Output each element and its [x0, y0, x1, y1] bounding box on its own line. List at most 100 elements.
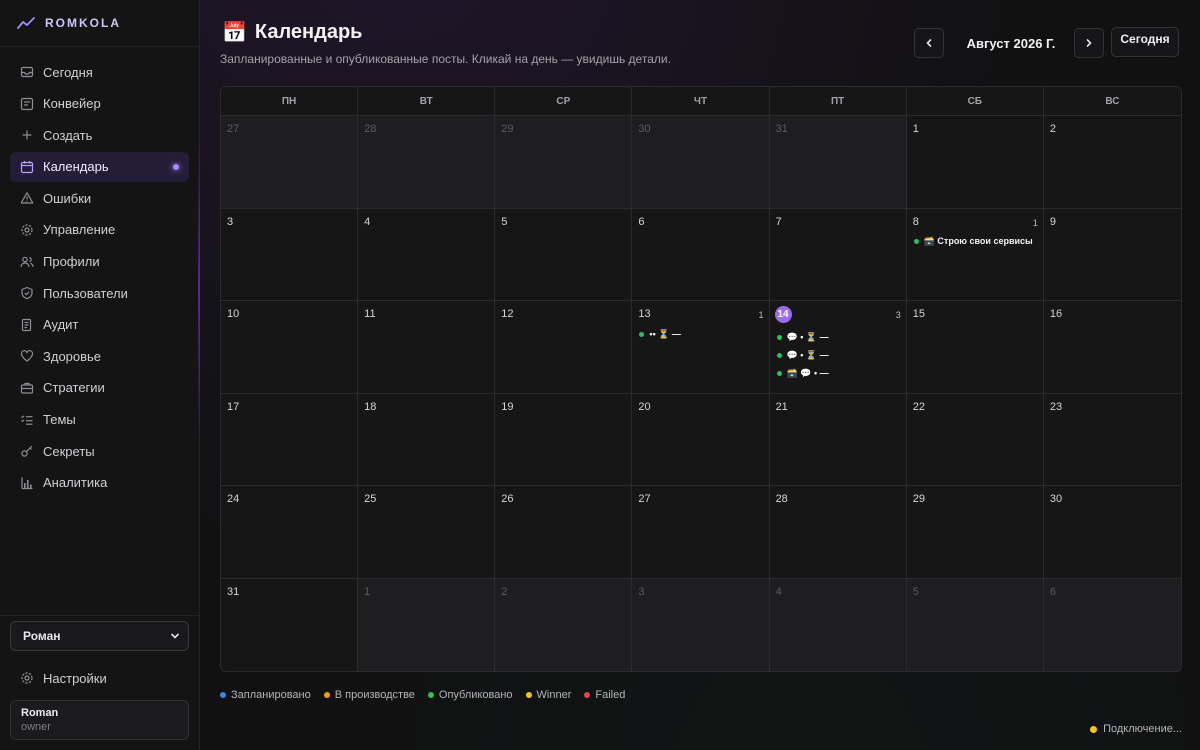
- sidebar-item-6[interactable]: Профили: [10, 247, 189, 277]
- day-cell[interactable]: 6: [632, 208, 770, 301]
- calendar-grid: ПН ВТ СР ЧТ ПТ СБ ВС 27 28 29 30 31 1 2 3 4 5 6 7 8 1 🗃️ Стр…: [220, 86, 1182, 672]
- today-button[interactable]: Сегодня: [1111, 27, 1179, 57]
- day-cell[interactable]: 5: [495, 208, 633, 301]
- day-cell[interactable]: 16: [1043, 301, 1181, 394]
- status-dot: [913, 239, 919, 244]
- settings-link[interactable]: Настройки: [10, 663, 189, 693]
- day-number: 29: [501, 123, 514, 135]
- sidebar-item-9[interactable]: Здоровье: [10, 341, 189, 371]
- today-day-number: 14: [774, 306, 792, 323]
- day-number: 30: [1049, 493, 1063, 505]
- day-cell[interactable]: 8 1 🗃️ Строю свои сервисы: [906, 208, 1044, 301]
- post-title: 🗃️ 💬 • —: [786, 367, 829, 378]
- day-cell[interactable]: 24: [221, 486, 359, 579]
- day-cell[interactable]: 30: [632, 116, 770, 209]
- day-cell[interactable]: 4: [769, 578, 907, 671]
- post-item[interactable]: 💬 • ⏳ —: [776, 328, 900, 346]
- day-cell[interactable]: 21: [769, 393, 907, 486]
- sidebar-item-0[interactable]: Сегодня: [10, 57, 189, 87]
- day-cell[interactable]: 14 3 💬 • ⏳ — 💬 • ⏳ — 🗃️ 💬 • —: [769, 301, 907, 394]
- day-cell[interactable]: 2: [1043, 116, 1181, 209]
- day-cell[interactable]: 19: [495, 393, 633, 486]
- day-cell[interactable]: 15: [906, 301, 1044, 394]
- post-list: 🗃️ Строю свои сервисы: [913, 233, 1037, 251]
- post-item[interactable]: 🗃️ Строю свои сервисы: [913, 233, 1037, 251]
- weekday-label: ПН: [221, 87, 359, 115]
- day-cell[interactable]: 3: [632, 578, 770, 671]
- sidebar-item-3[interactable]: Календарь: [10, 151, 189, 182]
- sidebar-item-2[interactable]: Создать: [10, 120, 189, 150]
- sidebar-item-8[interactable]: Аудит: [10, 310, 189, 340]
- day-number: 12: [501, 308, 514, 320]
- post-item[interactable]: •• ⏳ —: [639, 325, 762, 343]
- day-number: 5: [501, 215, 508, 228]
- day-cell[interactable]: 7: [769, 208, 907, 301]
- sidebar-item-13[interactable]: Аналитика: [10, 468, 189, 498]
- day-cell[interactable]: 11: [358, 301, 496, 394]
- day-cell[interactable]: 18: [358, 393, 496, 486]
- chevron-left-icon: [926, 39, 932, 47]
- day-cell[interactable]: 5: [906, 578, 1044, 671]
- day-cell[interactable]: 31: [221, 578, 359, 671]
- day-cell[interactable]: 29: [906, 486, 1044, 579]
- sidebar-item-10[interactable]: Стратегии: [10, 373, 189, 403]
- post-count: 1: [758, 310, 764, 320]
- day-number: 22: [912, 400, 925, 413]
- day-cell[interactable]: 9: [1043, 208, 1181, 301]
- day-cell[interactable]: 10: [221, 301, 359, 394]
- status-dot: [776, 352, 782, 358]
- day-cell[interactable]: 17: [221, 393, 359, 486]
- brand-name: ROMKOLA: [45, 16, 121, 30]
- day-cell[interactable]: 12: [495, 301, 633, 394]
- sidebar-item-label: Темы: [43, 412, 76, 428]
- day-number: 29: [912, 493, 925, 505]
- day-cell[interactable]: 27: [632, 486, 770, 579]
- day-cell[interactable]: 1: [358, 578, 496, 671]
- day-cell[interactable]: 3: [221, 208, 359, 301]
- sidebar-item-1[interactable]: Конвейер: [10, 89, 189, 119]
- profile-select[interactable]: Роман: [10, 621, 189, 651]
- day-cell[interactable]: 6: [1043, 578, 1181, 671]
- prev-month-button[interactable]: [914, 28, 944, 58]
- day-cell[interactable]: 22: [906, 393, 1044, 486]
- sidebar-item-label: Аналитика: [43, 475, 108, 491]
- legend-dot: [323, 692, 330, 698]
- current-month: Август 2026 Г.: [966, 35, 1056, 51]
- day-cell[interactable]: 28: [358, 116, 496, 209]
- day-cell[interactable]: 31: [769, 116, 907, 209]
- sidebar-item-11[interactable]: Темы: [10, 405, 189, 435]
- brand[interactable]: ROMKOLA: [0, 0, 199, 47]
- sidebar-item-5[interactable]: Управление: [10, 215, 189, 245]
- chevron-down-icon: [171, 633, 179, 639]
- shield-icon: [20, 286, 34, 300]
- day-number: 6: [1049, 585, 1056, 598]
- post-item[interactable]: 💬 • ⏳ —: [776, 346, 900, 364]
- day-cell[interactable]: 25: [358, 486, 496, 579]
- legend-label: Запланировано: [231, 689, 311, 701]
- day-number: 6: [638, 215, 645, 228]
- legend-label: Failed: [595, 689, 626, 701]
- calendar-emoji-icon: 📅: [222, 22, 247, 44]
- day-cell[interactable]: 1: [906, 116, 1044, 209]
- next-month-button[interactable]: [1074, 28, 1104, 58]
- day-cell[interactable]: 2: [495, 578, 633, 671]
- day-cell[interactable]: 28: [769, 486, 907, 579]
- day-cell[interactable]: 13 1 •• ⏳ —: [632, 301, 770, 394]
- day-cell[interactable]: 26: [495, 486, 633, 579]
- day-cell[interactable]: 27: [221, 116, 359, 209]
- status-legend: Запланировано В производстве Опубликовано W…: [220, 689, 625, 701]
- connection-label: Подключение...: [1103, 723, 1182, 735]
- day-cell[interactable]: 4: [358, 208, 496, 301]
- legend-label: В производстве: [334, 689, 415, 701]
- day-cell[interactable]: 20: [632, 393, 770, 486]
- legend-dot: [427, 692, 434, 698]
- user-card[interactable]: Roman owner: [10, 700, 189, 740]
- post-list: •• ⏳ —: [639, 325, 762, 343]
- sidebar-item-7[interactable]: Пользователи: [10, 278, 189, 308]
- day-cell[interactable]: 23: [1043, 393, 1181, 486]
- day-cell[interactable]: 30: [1043, 486, 1181, 579]
- sidebar-item-4[interactable]: Ошибки: [10, 183, 189, 213]
- sidebar-item-12[interactable]: Секреты: [10, 436, 189, 466]
- day-cell[interactable]: 29: [495, 116, 633, 209]
- post-item[interactable]: 🗃️ 💬 • —: [776, 364, 900, 382]
